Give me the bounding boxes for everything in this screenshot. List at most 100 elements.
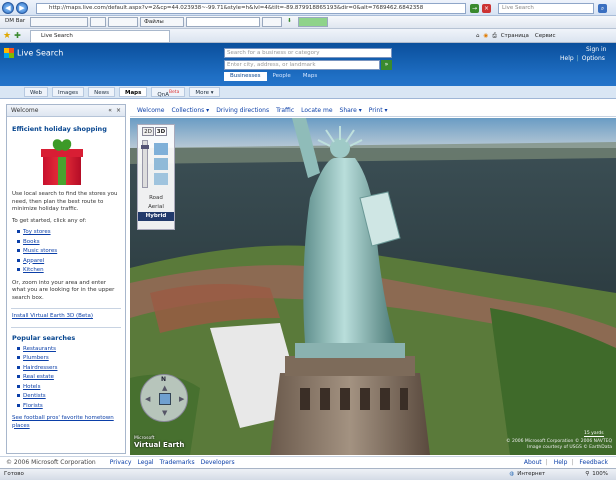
- url-field[interactable]: http://maps.live.com/default.aspx?v=2&cp…: [36, 3, 466, 14]
- footer-help-link[interactable]: Help: [554, 459, 568, 466]
- link-hotels[interactable]: Hotels: [17, 383, 125, 393]
- link-apparel[interactable]: Apparel: [17, 257, 125, 267]
- collapse-icon[interactable]: «: [108, 107, 112, 114]
- scope-people[interactable]: People: [267, 72, 297, 81]
- locate-me-link[interactable]: Locate me: [301, 104, 332, 117]
- center-icon[interactable]: [159, 393, 171, 405]
- options-link[interactable]: Options: [582, 55, 605, 62]
- browser-search-input[interactable]: Live Search: [498, 3, 594, 14]
- go-icon[interactable]: →: [470, 4, 479, 13]
- link-hairdressers[interactable]: Hairdressers: [17, 364, 125, 374]
- toolbar-button[interactable]: [30, 17, 89, 27]
- separator: |: [571, 459, 574, 466]
- tab-news[interactable]: News: [88, 87, 115, 97]
- toolbar-button[interactable]: [90, 17, 107, 27]
- navigation-compass[interactable]: N ▲ ▼ ◀ ▶: [140, 374, 188, 422]
- download-icon[interactable]: ⬇: [284, 17, 296, 27]
- link-plumbers[interactable]: Plumbers: [17, 354, 125, 364]
- tab-images[interactable]: Images: [52, 87, 85, 97]
- search-icon[interactable]: ⌕: [598, 4, 607, 13]
- sign-in-link[interactable]: Sign in: [586, 46, 606, 53]
- panel-title: Welcome: [11, 107, 39, 114]
- style-aerial[interactable]: Aerial: [138, 203, 174, 212]
- zoom-slider-handle[interactable]: [141, 145, 149, 149]
- help-link[interactable]: Help: [560, 55, 574, 62]
- footer-copyright: © 2006 Microsoft Corporation: [6, 459, 96, 466]
- map-welcome-link[interactable]: Welcome: [137, 104, 164, 117]
- tilt-icon[interactable]: [154, 143, 168, 155]
- map-view[interactable]: [130, 118, 616, 455]
- pan-down-icon[interactable]: ▼: [162, 409, 167, 417]
- view-3d-button[interactable]: 3D: [155, 127, 167, 136]
- link-dentists[interactable]: Dentists: [17, 392, 125, 402]
- scope-maps[interactable]: Maps: [297, 72, 323, 81]
- tab-web[interactable]: Web: [24, 87, 48, 97]
- site-logo[interactable]: Live Search: [4, 48, 63, 58]
- map-3d-scene[interactable]: [130, 118, 616, 455]
- link-real-estate[interactable]: Real estate: [17, 373, 125, 383]
- header-links: Help | Options: [560, 55, 605, 62]
- view-2d-button[interactable]: 2D: [142, 127, 154, 136]
- favorites-star-icon[interactable]: ★: [3, 31, 11, 41]
- back-icon[interactable]: ◀: [2, 1, 14, 14]
- toolbar-button[interactable]: [108, 17, 139, 27]
- driving-directions-link[interactable]: Driving directions: [216, 104, 269, 117]
- feeds-icon[interactable]: ◉: [484, 33, 489, 39]
- share-menu[interactable]: Share ▾: [340, 104, 362, 117]
- about-link[interactable]: About: [524, 459, 542, 466]
- toolbar-button[interactable]: [262, 17, 283, 27]
- link-toy-stores[interactable]: Toy stores: [17, 228, 125, 238]
- trademarks-link[interactable]: Trademarks: [160, 459, 195, 466]
- privacy-link[interactable]: Privacy: [110, 459, 132, 466]
- pan-left-icon[interactable]: ◀: [145, 395, 150, 403]
- install-3d-link[interactable]: Install Virtual Earth 3D (Beta): [12, 313, 120, 321]
- vertical-tabs: Web Images News Maps QnABeta More ▾: [0, 86, 616, 99]
- traffic-link[interactable]: Traffic: [276, 104, 294, 117]
- zoom-view-icon[interactable]: [154, 173, 168, 185]
- business-search-input[interactable]: Search for a business or category: [224, 48, 392, 58]
- close-icon[interactable]: ×: [116, 107, 121, 114]
- tab-live-search[interactable]: Live Search: [30, 30, 170, 42]
- statue-base: [295, 343, 405, 358]
- developers-link[interactable]: Developers: [201, 459, 235, 466]
- zoom-icon[interactable]: ⚲: [585, 469, 589, 480]
- home-icon[interactable]: ⌂: [476, 33, 480, 39]
- tab-maps[interactable]: Maps: [118, 87, 148, 97]
- style-hybrid[interactable]: Hybrid: [138, 212, 174, 221]
- pan-right-icon[interactable]: ▶: [179, 395, 184, 403]
- divider: [11, 308, 121, 309]
- print-icon[interactable]: ⎙: [492, 33, 496, 40]
- store-links: Toy stores Books Music stores Apparel Ki…: [7, 228, 125, 276]
- link-music-stores[interactable]: Music stores: [17, 247, 125, 257]
- location-search-input[interactable]: Enter city, address, or landmark: [224, 60, 380, 70]
- style-road[interactable]: Road: [138, 194, 174, 203]
- welcome-panel: Welcome « × Efficient holiday shopping Us…: [6, 104, 126, 454]
- service-menu[interactable]: Сервис: [535, 33, 556, 39]
- files-button[interactable]: Файлы: [140, 17, 185, 27]
- forward-icon[interactable]: ▶: [16, 1, 28, 14]
- zoom-level[interactable]: 100%: [592, 469, 608, 480]
- link-kitchen[interactable]: Kitchen: [17, 266, 125, 276]
- print-menu[interactable]: Print ▾: [369, 104, 388, 117]
- toolbar-button[interactable]: [298, 17, 329, 27]
- link-books[interactable]: Books: [17, 238, 125, 248]
- legal-link[interactable]: Legal: [137, 459, 153, 466]
- scope-businesses[interactable]: Businesses: [224, 72, 267, 81]
- virtual-earth-logo: Microsoft Virtual Earth: [134, 436, 184, 449]
- feedback-link[interactable]: Feedback: [579, 459, 608, 466]
- football-link[interactable]: See football pros' favorite hometown pla…: [12, 415, 120, 430]
- rotate-icon[interactable]: [154, 158, 168, 170]
- link-restaurants[interactable]: Restaurants: [17, 345, 125, 355]
- link-florists[interactable]: Florists: [17, 402, 125, 412]
- page-menu[interactable]: Страница: [501, 33, 529, 39]
- toolbar-select[interactable]: [186, 17, 261, 27]
- tab-more[interactable]: More ▾: [189, 87, 220, 97]
- add-favorite-icon[interactable]: ✚: [14, 31, 21, 40]
- pan-up-icon[interactable]: ▲: [162, 384, 167, 392]
- collections-menu[interactable]: Collections ▾: [171, 104, 209, 117]
- tab-qna[interactable]: QnABeta: [151, 87, 186, 98]
- search-go-button[interactable]: »: [381, 60, 392, 70]
- imagery-credit: Image courtesy of USGS © EarthData: [527, 445, 612, 450]
- zoom-slider[interactable]: [141, 140, 149, 188]
- stop-icon[interactable]: ×: [482, 4, 491, 13]
